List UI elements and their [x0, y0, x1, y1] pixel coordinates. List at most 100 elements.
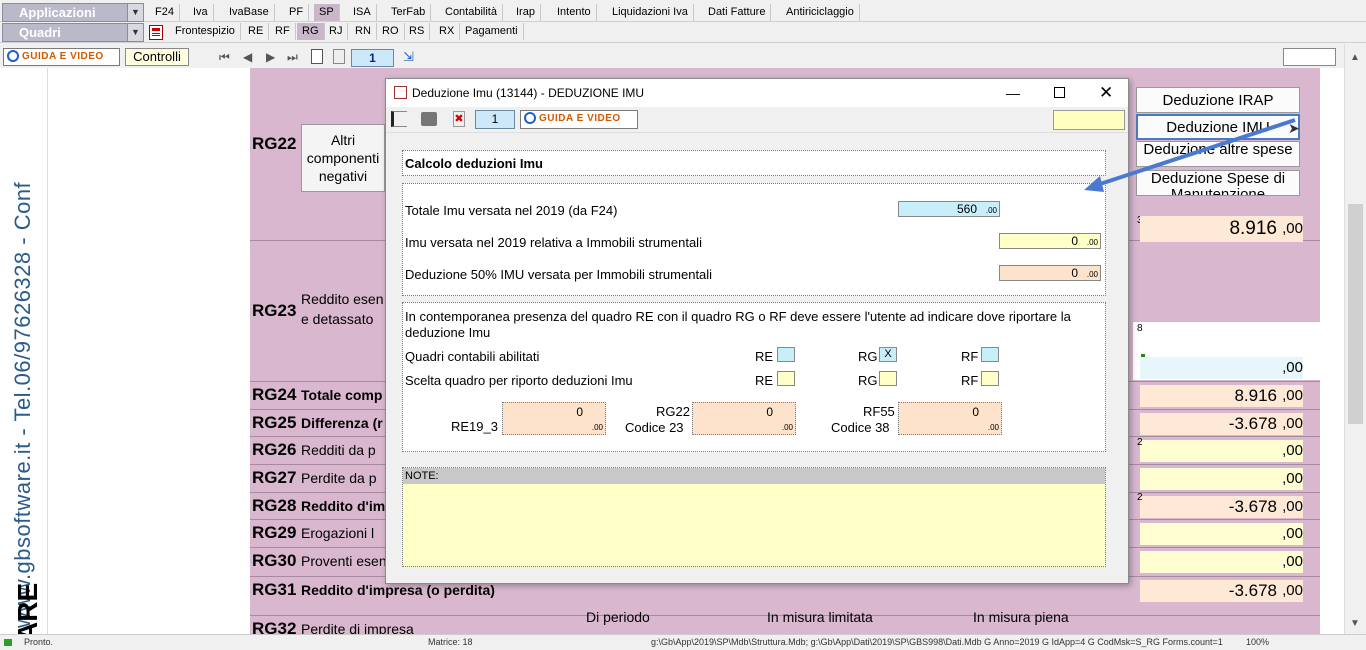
vertical-contact-text: www.gbsoftware.it - Tel.06/97626328 - Co… — [10, 181, 35, 628]
menu-tab[interactable]: TerFab — [386, 4, 432, 21]
decimal-label: ,00 — [1282, 387, 1303, 404]
delete-icon[interactable]: ✖ — [453, 111, 465, 127]
menu-tab[interactable]: Intento — [552, 4, 597, 21]
rg-row-code: RG25 — [252, 413, 297, 432]
totale-imu-field[interactable]: 560.00 — [898, 201, 1000, 217]
rg22-label: RG22 — [656, 404, 690, 419]
decimal-label: ,00 — [1282, 525, 1303, 542]
menu-tab[interactable]: Contabilità — [440, 4, 503, 21]
quadri-abilitati-label: Quadri contabili abilitati — [405, 349, 540, 364]
deduzione-50-field[interactable]: 0.00 — [999, 265, 1101, 281]
scrollbar-thumb[interactable] — [1348, 204, 1363, 424]
quadro-tab[interactable]: Pagamenti — [460, 23, 524, 40]
quadro-tab[interactable]: Frontespizio — [170, 23, 241, 40]
abilitati-rf-checkbox[interactable] — [981, 347, 999, 362]
menu-tab[interactable]: IvaBase — [224, 4, 275, 21]
top-right-field[interactable] — [1283, 48, 1336, 66]
applicazioni-label: Applicazioni — [19, 5, 96, 20]
quadro-tab[interactable]: RO — [377, 23, 405, 40]
quadro-tab[interactable]: RF — [270, 23, 296, 40]
menu-tab[interactable]: F24 — [150, 4, 180, 21]
rg-row-label: Perdite da p — [301, 470, 377, 486]
quadro-tab[interactable]: RE — [243, 23, 270, 40]
menu-tab[interactable]: Iva — [188, 4, 214, 21]
rg-row-value[interactable]: -3.678 ,00 — [1140, 496, 1303, 518]
rf55-value: 0 — [972, 405, 979, 419]
rg-row-value[interactable]: 8.916 ,00 — [1140, 385, 1303, 407]
scelta-quadro-label: Scelta quadro per riporto deduzioni Imu — [405, 373, 633, 388]
magnifier-icon — [524, 112, 536, 124]
quadro-tab[interactable]: RN — [350, 23, 377, 40]
deduzione-irap-button[interactable]: Deduzione IRAP — [1136, 87, 1300, 113]
rg23-code: RG23 — [252, 301, 297, 320]
menu-tab[interactable]: ISA — [348, 4, 377, 21]
dialog-page-number[interactable]: 1 — [475, 110, 515, 129]
scroll-down-icon[interactable]: ▼ — [1350, 618, 1360, 629]
rg-row-code: RG27 — [252, 468, 297, 487]
rf55-label: RF55 — [863, 404, 895, 419]
vertical-scrollbar[interactable]: ▲ ▼ — [1344, 44, 1366, 634]
exit-icon[interactable] — [391, 111, 407, 127]
quadro-tab[interactable]: RJ — [324, 23, 349, 40]
quadri-dropdown[interactable]: Quadri ▼ — [2, 23, 144, 42]
last-record-icon[interactable]: ⏭ — [287, 50, 298, 65]
new-record-icon[interactable] — [311, 49, 323, 64]
maximize-icon[interactable] — [1054, 87, 1065, 98]
printer-icon[interactable] — [421, 112, 437, 126]
left-info-strip: www.gbsoftware.it - Tel.06/97626328 - Co… — [0, 68, 48, 634]
menu-tab[interactable]: Antiriciclaggio — [781, 4, 860, 21]
imu-strumentali-field[interactable]: 0.00 — [999, 233, 1101, 249]
chevron-down-icon[interactable]: ▼ — [127, 4, 143, 21]
rg22-value[interactable]: 8.916 ,00 — [1140, 216, 1303, 242]
prev-record-icon[interactable]: ◀ — [243, 50, 252, 64]
abilitati-re-checkbox[interactable] — [777, 347, 795, 362]
abilitati-rg-label: RG — [858, 349, 878, 364]
menu-tab[interactable]: Irap — [511, 4, 541, 21]
minimize-icon[interactable]: — — [1006, 79, 1020, 107]
close-icon[interactable]: ✕ — [1099, 79, 1113, 107]
menu-tab[interactable]: SP — [314, 4, 340, 21]
rg-row-value[interactable]: ,00 — [1140, 440, 1303, 462]
rg-row-value[interactable]: -3.678 ,00 — [1140, 580, 1303, 602]
menu-tab[interactable]: Dati Fatture — [703, 4, 772, 21]
rg32-col-limitata: In misura limitata — [767, 609, 873, 625]
dialog-guida-video-button[interactable]: GUIDA E VIDEO — [520, 110, 638, 129]
chevron-down-icon[interactable]: ▼ — [127, 24, 143, 41]
rg22-field[interactable]: 0.00 — [692, 402, 796, 435]
scelta-rf-label: RF — [961, 373, 979, 388]
pdf-icon[interactable] — [149, 25, 163, 40]
first-record-icon[interactable]: ⏮ — [219, 50, 230, 65]
scroll-up-icon[interactable]: ▲ — [1350, 52, 1360, 63]
menu-tab[interactable]: PF — [284, 4, 310, 21]
quadro-tab[interactable]: RS — [404, 23, 431, 40]
controlli-button[interactable]: Controlli — [125, 48, 189, 66]
altri-componenti-button[interactable]: Altri componenti negativi — [301, 124, 385, 192]
menu-row-quadri: Quadri ▼ Frontespizio RE RF RG RJ RN RO RS RX Pag… — [0, 23, 1366, 43]
abilitati-rg-checkbox[interactable]: X — [879, 347, 897, 362]
note-area[interactable]: NOTE: — [402, 467, 1106, 567]
applicazioni-dropdown[interactable]: Applicazioni ▼ — [2, 3, 144, 22]
rg-row-value[interactable]: ,00 — [1140, 551, 1303, 573]
scelta-rg-checkbox[interactable] — [879, 371, 897, 386]
scelta-re-checkbox[interactable] — [777, 371, 795, 386]
re19-field[interactable]: 0.00 — [502, 402, 606, 435]
rg-row-code: RG26 — [252, 440, 297, 459]
quadro-tab[interactable]: RX — [434, 23, 461, 40]
go-record-icon[interactable]: ⇲ — [403, 49, 417, 64]
rg23-value[interactable]: ,00 — [1140, 357, 1303, 379]
rg-row-value[interactable]: ,00 — [1140, 523, 1303, 545]
re19-label: RE19_3 — [451, 419, 498, 434]
next-record-icon[interactable]: ▶ — [266, 50, 275, 64]
rg-row-value-text: -3.678 — [1228, 581, 1277, 600]
quadro-tab[interactable]: RG — [297, 23, 325, 40]
rg-row-value[interactable]: ,00 — [1140, 468, 1303, 490]
menu-tab[interactable]: Liquidazioni Iva — [607, 4, 694, 21]
rf55-field[interactable]: 0.00 — [898, 402, 1002, 435]
quadri-note: In contemporanea presenza del quadro RE … — [405, 309, 1071, 340]
guida-video-button[interactable]: GUIDA E VIDEO — [3, 48, 120, 66]
rg-row-code: RG24 — [252, 385, 297, 404]
page-number[interactable]: 1 — [351, 49, 394, 67]
delete-record-icon[interactable] — [333, 49, 345, 64]
rg-row-value[interactable]: -3.678 ,00 — [1140, 413, 1303, 435]
scelta-rf-checkbox[interactable] — [981, 371, 999, 386]
